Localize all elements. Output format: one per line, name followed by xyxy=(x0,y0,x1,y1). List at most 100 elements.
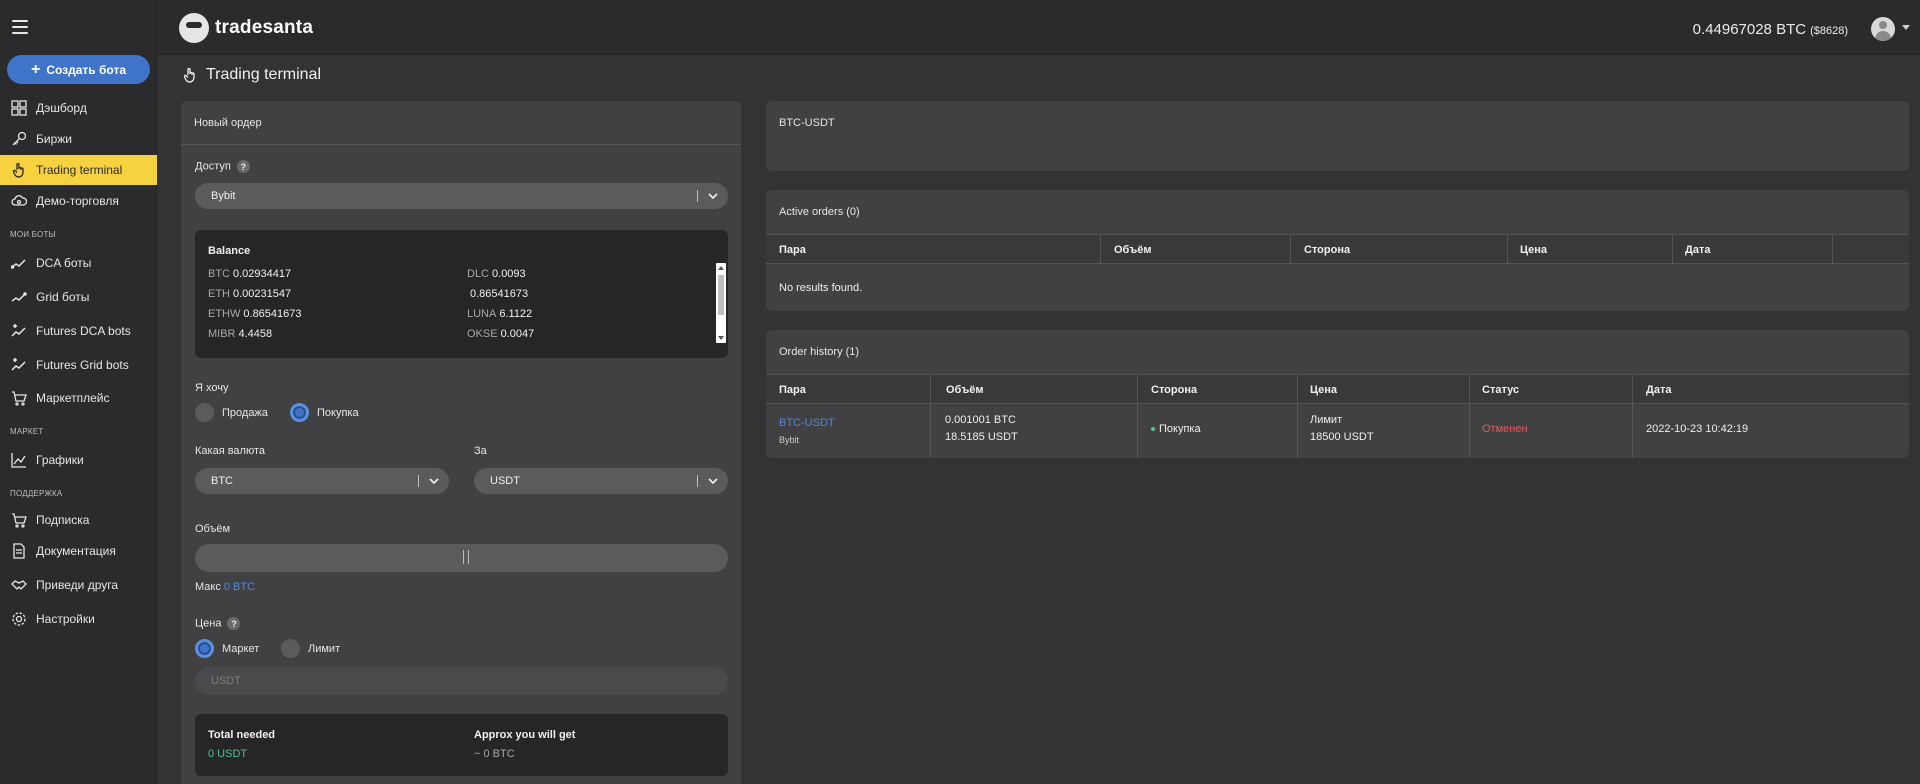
page-title-text: Trading terminal xyxy=(206,66,322,83)
page-scrollbar[interactable] xyxy=(1912,55,1920,784)
column-header[interactable]: Сторона xyxy=(1304,244,1350,256)
sidebar-item-charts[interactable]: Графики xyxy=(0,445,157,475)
sidebar-item-settings[interactable]: Настройки xyxy=(0,604,157,634)
chevron-down-icon[interactable] xyxy=(1902,25,1910,30)
column-header[interactable]: Цена xyxy=(1520,244,1547,256)
column-header[interactable]: Объём xyxy=(946,384,983,396)
access-select-value: Bybit xyxy=(211,190,236,202)
section-market: МАРКЕТ xyxy=(10,427,44,436)
balance-title: Balance xyxy=(208,245,251,257)
approx-label: Approx you will get xyxy=(474,729,576,741)
pair-title: BTC-USDT xyxy=(779,117,835,129)
market-radio[interactable]: Маркет xyxy=(195,639,259,658)
menu-icon[interactable] xyxy=(12,20,28,34)
column-header[interactable]: Статус xyxy=(1482,384,1519,396)
divider xyxy=(418,475,419,487)
price-type: Лимит xyxy=(1310,414,1343,426)
pair-link[interactable]: BTC-USDT xyxy=(779,415,835,432)
cell-pair: BTC-USDT Bybit xyxy=(779,415,835,449)
sidebar-item-dashboard[interactable]: Дэшборд xyxy=(0,93,157,123)
balance-amount: 6.1122 xyxy=(499,308,533,320)
sidebar-item-futures-grid[interactable]: Futures Grid bots xyxy=(0,350,157,380)
btc-balance: 0.44967028 BTC xyxy=(1692,21,1807,38)
help-icon[interactable]: ? xyxy=(236,160,250,173)
sidebar: + Создать бота Дэшборд Биржи Trading ter… xyxy=(0,0,157,784)
balance-ticker: MIBR xyxy=(208,328,236,340)
column-header[interactable]: Дата xyxy=(1646,384,1671,396)
active-orders-panel: Active orders (0) Пара Объём Сторона Цен… xyxy=(766,190,1909,311)
sidebar-item-label: Подписка xyxy=(36,513,90,527)
dashboard-icon xyxy=(10,99,28,117)
sidebar-item-label: Настройки xyxy=(36,612,95,626)
create-bot-button[interactable]: + Создать бота xyxy=(7,55,150,84)
sidebar-item-docs[interactable]: Документация xyxy=(0,536,157,566)
balance-item: 0.86541673 xyxy=(467,288,528,300)
logo[interactable]: tradesanta xyxy=(179,13,313,43)
divider xyxy=(1100,235,1101,265)
currency-select[interactable]: BTC xyxy=(195,468,449,494)
plus-icon: + xyxy=(30,60,41,78)
sidebar-item-label: Grid боты xyxy=(36,290,90,304)
balance-item: BTC 0.02934417 xyxy=(208,268,291,280)
sidebar-item-trading-terminal[interactable]: Trading terminal xyxy=(0,155,157,185)
access-select[interactable]: Bybit xyxy=(195,183,728,209)
scroll-up-icon[interactable] xyxy=(718,266,724,270)
column-header[interactable]: Пара xyxy=(779,384,806,396)
sidebar-item-demo-trading[interactable]: Демо-торговля xyxy=(0,186,157,216)
chevron-down-icon xyxy=(429,478,439,485)
balance-item: OKSE 0.0047 xyxy=(467,328,534,340)
currency-label: Какая валюта xyxy=(195,445,266,457)
max-label: Макс xyxy=(195,581,221,593)
buy-label: Покупка xyxy=(317,406,359,419)
balance-amount: 0.86541673 xyxy=(470,288,529,300)
column-header[interactable]: Цена xyxy=(1310,384,1337,396)
max-value[interactable]: 0 BTC xyxy=(224,581,255,593)
for-select[interactable]: USDT xyxy=(474,468,728,494)
usd-balance: ($8628) xyxy=(1810,25,1848,37)
column-header[interactable]: Дата xyxy=(1685,244,1710,256)
sidebar-item-exchanges[interactable]: Биржи xyxy=(0,124,157,154)
balance-item: LUNA 6.1122 xyxy=(467,308,532,320)
price-label: Цена? xyxy=(195,617,241,630)
total-box: Total needed 0 USDT Approx you will get … xyxy=(195,714,728,776)
hand-pointer-icon xyxy=(183,67,195,83)
balance-item: MIBR 4.4458 xyxy=(208,328,272,340)
account-balance: 0.44967028 BTC ($8628) xyxy=(1693,21,1848,38)
active-orders-title: Active orders (0) xyxy=(779,206,860,218)
pair-panel: BTC-USDT xyxy=(766,101,1909,171)
want-label: Я хочу xyxy=(195,382,229,394)
sell-radio[interactable]: Продажа xyxy=(195,403,268,422)
create-bot-label: Создать бота xyxy=(46,62,127,77)
sidebar-item-futures-dca[interactable]: Futures DCA bots xyxy=(0,316,157,346)
page-title: Trading terminal xyxy=(182,66,321,84)
price-input[interactable]: USDT xyxy=(195,667,728,695)
cart-icon xyxy=(10,389,28,407)
avatar[interactable] xyxy=(1871,17,1895,41)
column-header[interactable]: Сторона xyxy=(1151,384,1197,396)
document-icon xyxy=(10,542,28,560)
sidebar-item-refer[interactable]: Приведи друга xyxy=(0,570,157,600)
buy-radio[interactable]: Покупка xyxy=(290,403,359,422)
column-header[interactable]: Пара xyxy=(779,244,806,256)
sidebar-item-subscription[interactable]: Подписка xyxy=(0,505,157,535)
exchange-name: Bybit xyxy=(779,435,800,445)
balance-ticker: ETH xyxy=(208,288,230,300)
sidebar-item-grid-bots[interactable]: Grid боты xyxy=(0,282,157,312)
gear-icon xyxy=(10,610,28,628)
divider xyxy=(1297,374,1298,458)
sidebar-item-dca-bots[interactable]: DCA боты xyxy=(0,248,157,278)
balance-ticker: OKSE xyxy=(467,328,498,340)
scroll-thumb[interactable] xyxy=(718,275,724,315)
limit-radio[interactable]: Лимит xyxy=(281,639,340,658)
sidebar-item-marketplace[interactable]: Маркетплейс xyxy=(0,383,157,413)
section-my-bots: МОИ БОТЫ xyxy=(10,230,56,239)
handshake-icon xyxy=(10,576,28,594)
divider xyxy=(697,475,698,487)
balance-scrollbar[interactable] xyxy=(716,263,726,343)
side-value: Покупка xyxy=(1159,423,1201,435)
radio-dot-selected xyxy=(195,639,214,658)
column-header[interactable]: Объём xyxy=(1114,244,1151,256)
scroll-down-icon[interactable] xyxy=(718,336,724,340)
help-icon[interactable]: ? xyxy=(227,617,241,630)
volume-input[interactable] xyxy=(195,544,728,572)
